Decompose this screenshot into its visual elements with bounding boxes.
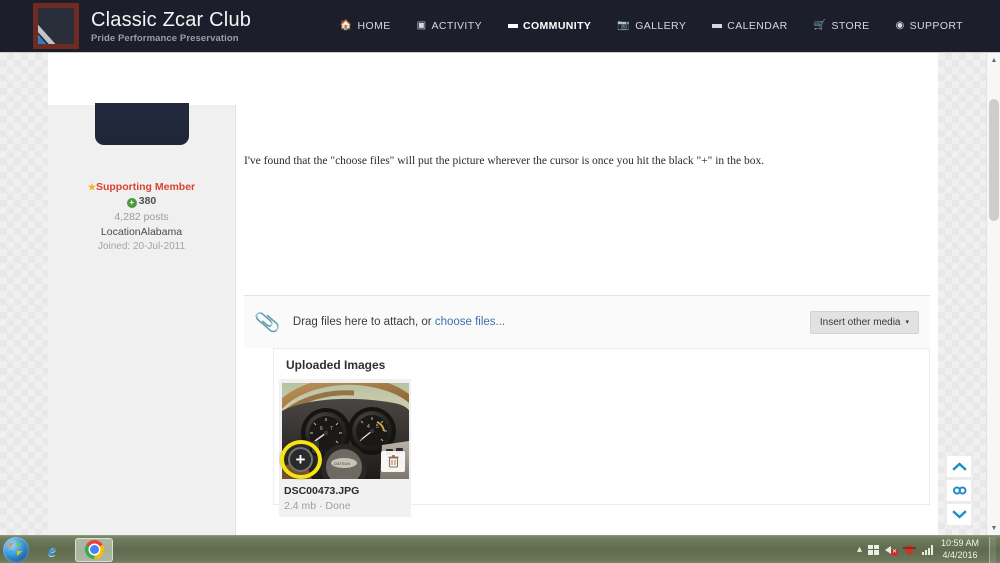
attachment-prompt: Drag files here to attach, or choose fil… [293, 316, 505, 328]
brand[interactable]: Classic Zcar Club Pride Performance Pres… [91, 9, 251, 44]
annotation-highlight-circle [280, 440, 322, 479]
svg-text:4: 4 [367, 424, 370, 430]
star-icon: ★ [87, 182, 96, 192]
choose-files-link[interactable]: choose files... [435, 316, 505, 328]
chevron-down-icon [951, 510, 967, 519]
post-edit-area: I've found that the "choose files" will … [236, 105, 938, 535]
community-icon [507, 23, 518, 29]
member-location: LocationAlabama [100, 226, 183, 238]
start-button[interactable] [3, 536, 29, 563]
svg-text:6: 6 [320, 426, 323, 432]
scroll-down-button[interactable] [946, 503, 972, 526]
chevron-down-icon: ▾ [905, 319, 909, 326]
paperclip-icon: 📎 [253, 309, 282, 336]
member-rank-label: Supporting Member [95, 181, 196, 193]
attachment-prompt-text: Drag files here to attach, or [292, 316, 435, 328]
nav-item-store[interactable]: 🛒 STORE [801, 0, 883, 52]
insert-other-media-label: Insert other media [819, 316, 901, 328]
network-icon[interactable] [921, 544, 933, 555]
windows-flag-icon[interactable] [867, 544, 879, 555]
attachment-file-name: DSC00473.JPG [284, 485, 360, 497]
attachment-file-meta: 2.4 mb · Done [284, 500, 351, 512]
zcar-logo-icon[interactable] [33, 3, 79, 49]
ie-icon: e [48, 539, 56, 560]
permalink-button[interactable] [946, 479, 972, 502]
member-reputation: +380 [48, 195, 235, 208]
taskbar-item-internet-explorer[interactable]: e [33, 538, 71, 562]
home-icon: 🏠 [339, 20, 353, 31]
member-post-count: 4,282 posts [114, 211, 169, 223]
post-author-sidebar: ★Supporting Member +380 4,282 posts Loca… [48, 103, 236, 535]
scrollbar-up-arrow-icon[interactable]: ▲ [987, 53, 1000, 67]
uploaded-images-title: Uploaded Images [286, 358, 386, 372]
member-rank: ★Supporting Member [48, 181, 235, 193]
scroll-up-button[interactable] [946, 455, 972, 478]
page-viewport: ★Supporting Member +380 4,282 posts Loca… [0, 53, 1000, 535]
nav-item-gallery[interactable]: 📷 GALLERY [604, 0, 699, 52]
delete-attachment-button[interactable] [381, 451, 405, 472]
site-title: Classic Zcar Club [91, 8, 252, 31]
post-body-text[interactable]: I've found that the "choose files" will … [244, 153, 938, 170]
svg-text:5: 5 [376, 424, 379, 430]
clock-time: 10:59 AM [940, 538, 979, 549]
svg-text:DATSUN: DATSUN [334, 461, 350, 466]
member-joined-date: Joined: 20-Jul-2011 [97, 241, 186, 252]
nav-item-activity[interactable]: ▣ ACTIVITY [404, 0, 495, 52]
reputation-value: 380 [138, 195, 157, 207]
clock[interactable]: 10:59 AM 4/4/2016 [939, 538, 979, 561]
trash-icon [388, 455, 398, 468]
site-tagline: Pride Performance Preservation [91, 32, 239, 44]
nav-label: SUPPORT [909, 20, 963, 32]
scrollbar-thumb[interactable] [989, 99, 999, 221]
insert-other-media-button[interactable]: Insert other media ▾ [809, 310, 919, 334]
clock-date: 4/4/2016 [942, 549, 978, 560]
attachment-dropzone[interactable]: 📎 Drag files here to attach, or choose f… [244, 296, 930, 348]
uploaded-images-panel: Uploaded Images 6 7 4 5 DATSUN + DSC0047… [273, 348, 930, 517]
chrome-icon [84, 540, 104, 559]
avatar[interactable] [95, 103, 189, 145]
page-scrollbar[interactable]: ▲ ▼ [986, 53, 1000, 535]
nav-item-support[interactable]: ◉ SUPPORT [882, 0, 976, 52]
member-meta: ★Supporting Member +380 4,282 posts Loca… [48, 181, 235, 252]
chevron-up-icon [951, 462, 967, 471]
lifering-icon: ◉ [895, 20, 905, 31]
nav-label: CALENDAR [727, 20, 788, 32]
scrollbar-down-arrow-icon[interactable]: ▼ [987, 521, 1000, 535]
main-navigation: 🏠 HOME ▣ ACTIVITY COMMUNITY 📷 GALLERY CA… [327, 0, 976, 52]
antivirus-icon[interactable] [902, 544, 916, 556]
tray-overflow-icon[interactable]: ▴ [857, 544, 862, 555]
upload-item[interactable]: 6 7 4 5 DATSUN + DSC00473.JPG 2.4 mb · D… [279, 379, 411, 517]
floating-scroll-widgets [946, 455, 972, 527]
volume-muted-icon[interactable]: ✕ [884, 544, 898, 556]
nav-item-home[interactable]: 🏠 HOME [327, 0, 404, 52]
reputation-plus-icon: + [126, 198, 137, 208]
link-icon [952, 486, 966, 495]
camera-icon: 📷 [617, 20, 631, 31]
nav-item-calendar[interactable]: CALENDAR [699, 0, 800, 52]
windows-taskbar: e ▴ ✕ 10:59 AM 4/4/2016 [0, 535, 1000, 563]
system-tray: ▴ ✕ 10:59 AM 4/4/2016 [857, 536, 1000, 563]
nav-label: GALLERY [635, 20, 687, 32]
nav-label: ACTIVITY [431, 20, 482, 32]
nav-label: COMMUNITY [522, 20, 592, 32]
site-header: Classic Zcar Club Pride Performance Pres… [0, 0, 1000, 52]
taskbar-item-chrome[interactable] [75, 537, 113, 562]
calendar-icon [712, 23, 723, 29]
svg-text:7: 7 [330, 426, 333, 432]
show-desktop-button[interactable] [989, 536, 996, 563]
cart-icon: 🛒 [813, 20, 827, 31]
activity-icon: ▣ [416, 20, 427, 31]
nav-label: HOME [357, 20, 391, 32]
nav-label: STORE [831, 20, 870, 32]
chrome-browser-window: Easier Photo Attachment P × You – ❐ ✕ ← … [0, 0, 1000, 535]
nav-item-community[interactable]: COMMUNITY [495, 0, 604, 52]
